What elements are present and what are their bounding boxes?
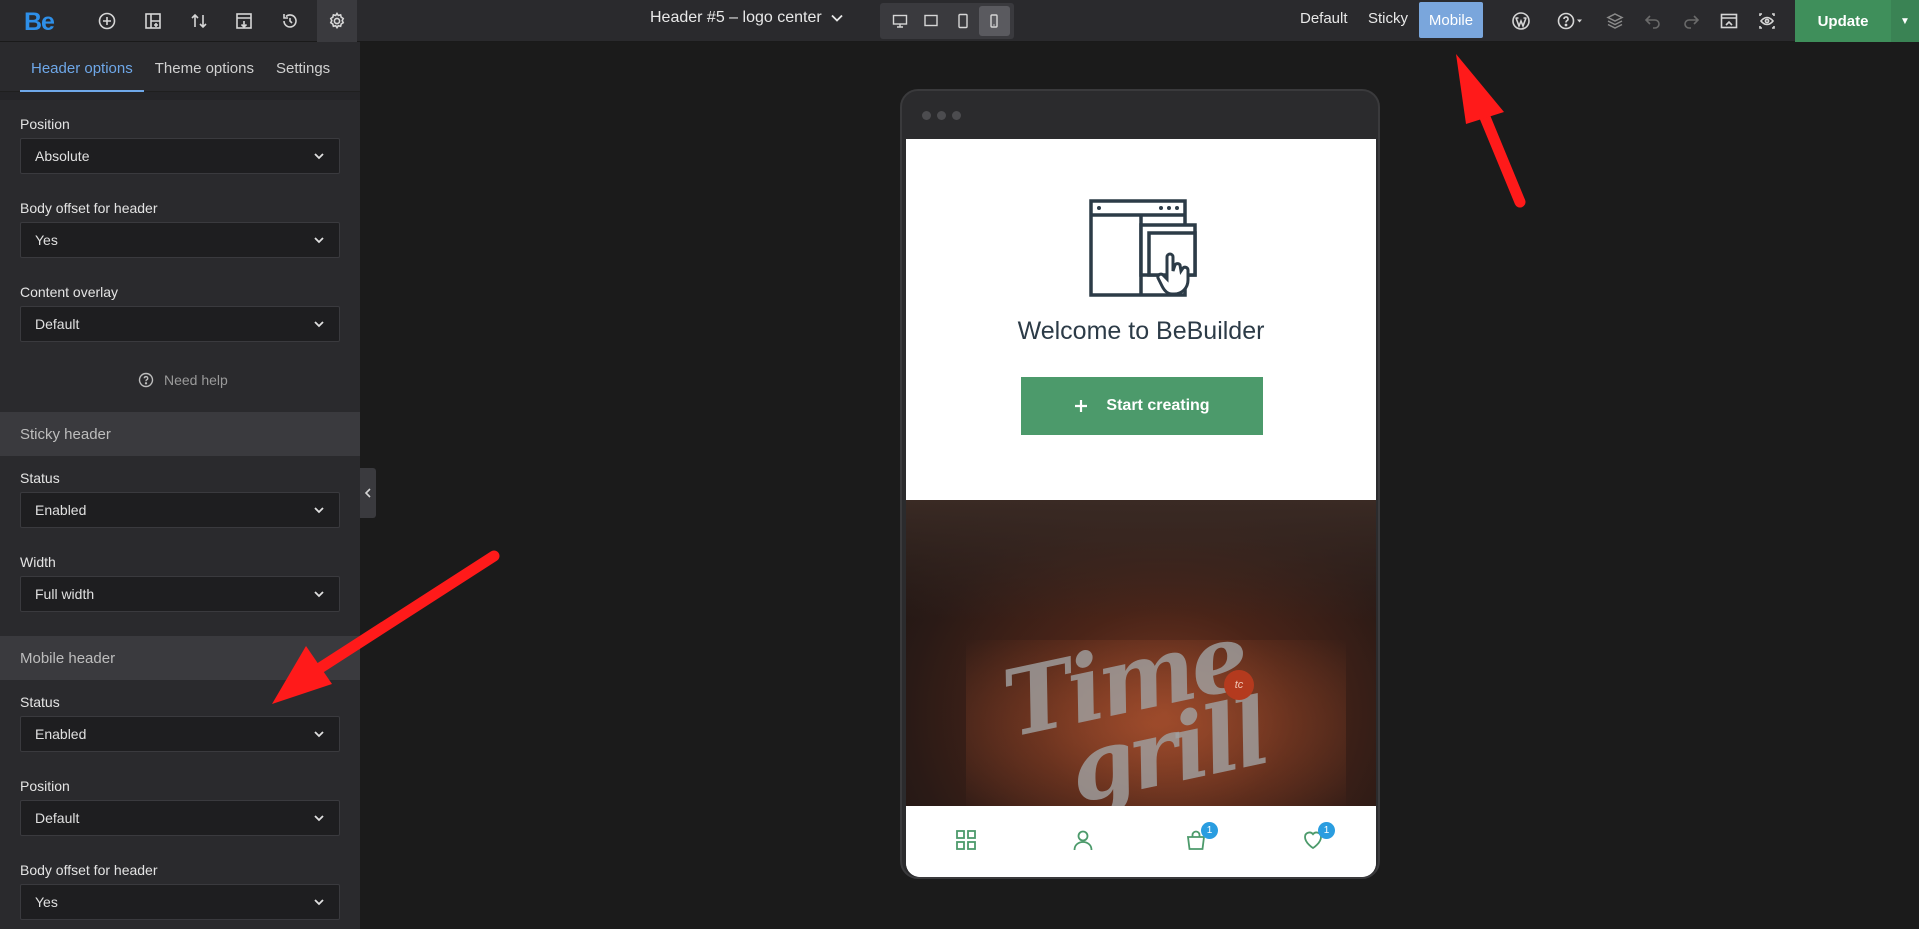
content-overlay-select[interactable]: Default: [20, 306, 340, 342]
mobile-body-offset-value: Yes: [35, 894, 58, 910]
plus-icon: [1075, 400, 1088, 412]
need-help-link[interactable]: Need help: [138, 372, 228, 388]
laptop-icon[interactable]: [916, 6, 948, 36]
chevron-down-icon: [314, 591, 324, 598]
chevron-down-icon: [831, 14, 843, 22]
mobile-body-offset-label: Body offset for header: [20, 862, 158, 878]
position-label: Position: [20, 116, 70, 132]
chevron-down-icon: [314, 815, 324, 822]
divider: [0, 92, 360, 100]
logo-badge: tc: [1224, 670, 1254, 700]
mode-sticky[interactable]: Sticky: [1368, 10, 1408, 27]
sticky-width-value: Full width: [35, 586, 95, 602]
undo-icon[interactable]: [1636, 4, 1670, 38]
chevron-down-icon: [314, 237, 324, 244]
mobile-position-select[interactable]: Default: [20, 800, 340, 836]
mobile-header-section[interactable]: Mobile header: [0, 636, 360, 680]
sticky-status-select[interactable]: Enabled: [20, 492, 340, 528]
builder-illustration-icon: [1089, 199, 1197, 297]
desktop-icon[interactable]: [884, 6, 916, 36]
position-value: Absolute: [35, 148, 90, 164]
top-toolbar: Be Header #5 – logo center Default Stick…: [0, 0, 1919, 42]
view-eye-icon[interactable]: [1750, 4, 1784, 38]
sticky-status-label: Status: [20, 470, 60, 486]
document-title-dropdown[interactable]: Header #5 – logo center: [650, 9, 844, 27]
window-dots: [922, 111, 961, 120]
cart-count-badge: 1: [1201, 822, 1218, 839]
wishlist-count-badge: 1: [1318, 822, 1335, 839]
preview-window-icon[interactable]: [1712, 4, 1746, 38]
redo-icon[interactable]: [1674, 4, 1708, 38]
chevron-down-icon: [314, 507, 324, 514]
chevron-down-icon: [314, 731, 324, 738]
mode-mobile[interactable]: Mobile: [1419, 2, 1483, 38]
layout-icon[interactable]: [136, 4, 170, 38]
sticky-width-select[interactable]: Full width: [20, 576, 340, 612]
mobile-preview-frame: Welcome to BeBuilder Start creating Time…: [900, 89, 1380, 879]
collapse-sidebar-chevron-left-icon[interactable]: [360, 468, 376, 518]
sticky-header-section[interactable]: Sticky header: [0, 412, 360, 456]
add-element-icon[interactable]: [90, 4, 124, 38]
tablet-icon[interactable]: [947, 6, 979, 36]
wishlist-heart-icon[interactable]: 1: [1301, 822, 1335, 856]
body-offset-select[interactable]: Yes: [20, 222, 340, 258]
hero-grill-image: Time grill tc: [906, 500, 1376, 806]
welcome-heading: Welcome to BeBuilder: [1017, 317, 1265, 345]
mobile-bottom-nav: 1 1: [906, 806, 1376, 877]
mobile-device-icon[interactable]: [978, 6, 1010, 36]
tab-settings[interactable]: Settings: [265, 60, 341, 91]
tab-header-options[interactable]: Header options: [20, 60, 144, 92]
cart-bag-icon[interactable]: 1: [1184, 822, 1218, 856]
start-creating-button[interactable]: Start creating: [1021, 377, 1263, 435]
body-offset-label: Body offset for header: [20, 200, 158, 216]
mobile-status-value: Enabled: [35, 726, 87, 742]
content-overlay-label: Content overlay: [20, 284, 119, 300]
settings-gear-icon[interactable]: [317, 0, 357, 42]
tab-theme-options[interactable]: Theme options: [144, 60, 265, 91]
mobile-status-label: Status: [20, 694, 60, 710]
templates-icon[interactable]: [227, 4, 261, 38]
body-offset-value: Yes: [35, 232, 58, 248]
options-sidebar: Header options Theme options Settings Po…: [0, 42, 360, 929]
preview-screen: Welcome to BeBuilder Start creating Time…: [906, 139, 1376, 877]
update-button[interactable]: Update: [1795, 0, 1891, 42]
grid-menu-icon[interactable]: [954, 828, 982, 856]
mobile-body-offset-select[interactable]: Yes: [20, 884, 340, 920]
content-overlay-value: Default: [35, 316, 80, 332]
mobile-status-select[interactable]: Enabled: [20, 716, 340, 752]
chevron-down-icon: [314, 153, 324, 160]
bebuilder-logo[interactable]: Be: [24, 8, 55, 37]
help-dropdown-icon[interactable]: [1548, 4, 1592, 38]
user-account-icon[interactable]: [1071, 828, 1099, 856]
history-icon[interactable]: [273, 4, 307, 38]
sticky-width-label: Width: [20, 554, 56, 570]
document-title: Header #5 – logo center: [650, 9, 822, 26]
chevron-down-icon: [314, 321, 324, 328]
need-help-label: Need help: [164, 372, 228, 388]
device-switcher: [880, 3, 1014, 39]
start-creating-label: Start creating: [1106, 397, 1210, 414]
sticky-status-value: Enabled: [35, 502, 87, 518]
mode-default[interactable]: Default: [1300, 10, 1348, 27]
wordpress-icon[interactable]: [1504, 4, 1538, 38]
mobile-position-value: Default: [35, 810, 80, 826]
sidebar-tabs: Header options Theme options Settings: [0, 42, 360, 92]
sort-icon[interactable]: [182, 4, 216, 38]
help-circle-icon: [138, 372, 154, 388]
mobile-position-label: Position: [20, 778, 70, 794]
arrow-to-mobile-mode: [1456, 54, 1526, 208]
layers-icon[interactable]: [1598, 4, 1632, 38]
position-select[interactable]: Absolute: [20, 138, 340, 174]
chevron-down-icon: [314, 899, 324, 906]
time-grill-logo: Time grill: [994, 602, 1276, 806]
update-options-icon[interactable]: ▼: [1891, 0, 1919, 42]
